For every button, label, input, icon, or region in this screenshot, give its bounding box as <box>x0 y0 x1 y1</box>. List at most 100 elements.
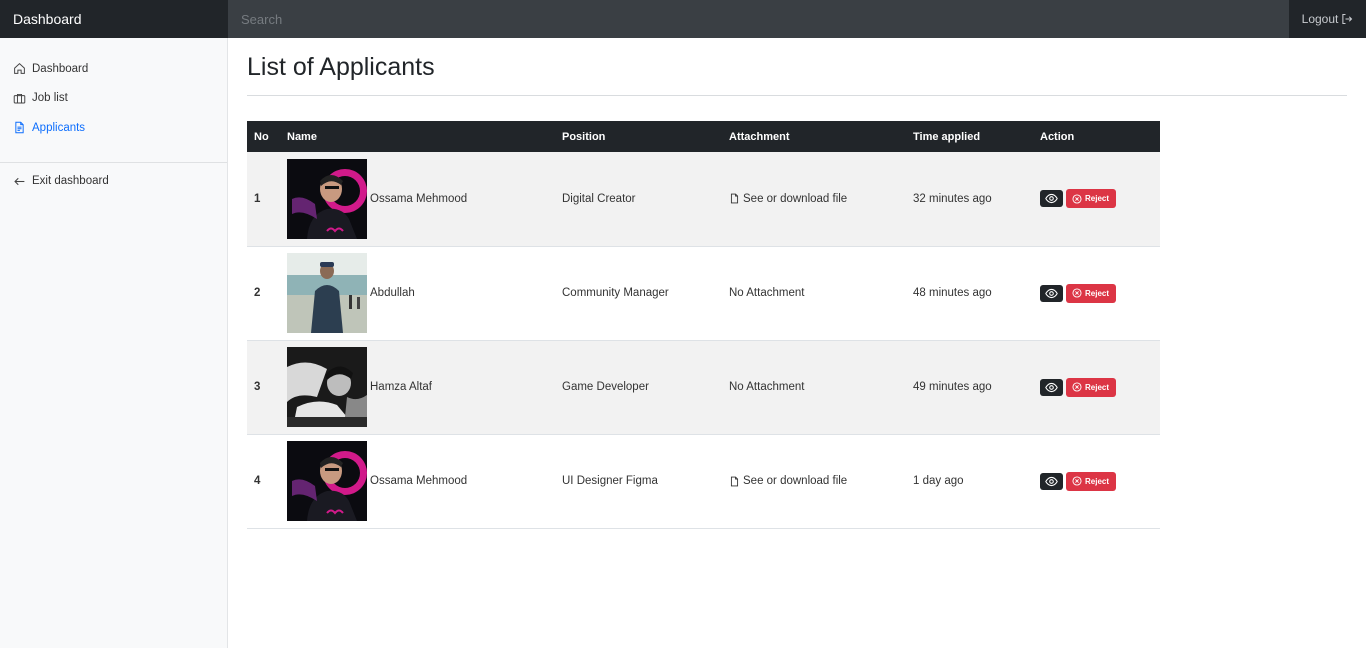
position-cell: Digital Creator <box>562 192 636 205</box>
attachment-link[interactable]: See or download file <box>729 475 913 487</box>
reject-button[interactable]: Reject <box>1066 189 1117 209</box>
page-title: List of Applicants <box>247 53 435 81</box>
row-number: 3 <box>254 381 261 393</box>
reject-button[interactable]: Reject <box>1066 471 1117 491</box>
table-header-row: No Name Position Attachment Time applied… <box>247 121 1160 152</box>
sidebar-item-applicants[interactable]: Applicants <box>0 113 227 143</box>
table-row: 2 Abdullah Community Manager No Attachme… <box>247 246 1160 340</box>
applicant: Abdullah <box>287 253 562 333</box>
row-number: 4 <box>254 475 261 487</box>
top-navbar: Dashboard Logout <box>0 0 1366 38</box>
file-text-icon <box>15 121 24 134</box>
attachment-label: See or download file <box>743 475 848 487</box>
sidebar-item-job-list[interactable]: Job list <box>0 84 227 114</box>
attachment-cell: No Attachment <box>729 246 913 340</box>
column-header-position: Position <box>562 130 606 143</box>
time-applied-cell: 1 day ago <box>913 475 964 487</box>
attachment-link[interactable]: See or download file <box>729 193 913 205</box>
position-cell: Community Manager <box>562 287 669 299</box>
sidebar-item-label: Job list <box>32 92 68 105</box>
action-buttons: Reject <box>1040 189 1160 209</box>
attachment-cell: No Attachment <box>729 340 913 434</box>
applicants-table: No Name Position Attachment Time applied… <box>247 121 1160 529</box>
applicant: Hamza Altaf <box>287 347 562 427</box>
logout-label: Logout <box>1301 12 1339 26</box>
table-row: 3 Hamza Altaf Game Developer No Attachme… <box>247 340 1160 434</box>
x-circle-icon <box>1072 288 1082 298</box>
action-buttons: Reject <box>1040 471 1160 491</box>
file-icon <box>730 193 739 204</box>
view-button[interactable] <box>1040 472 1063 490</box>
position-cell: UI Designer Figma <box>562 475 658 487</box>
name-cell: Ossama Mehmood <box>287 152 562 246</box>
sidebar-item-dashboard[interactable]: Dashboard <box>0 54 227 84</box>
eye-icon <box>1045 194 1058 204</box>
brand-title[interactable]: Dashboard <box>0 0 228 38</box>
column-header-attachment: Attachment <box>729 130 790 143</box>
view-button[interactable] <box>1040 378 1063 396</box>
view-button[interactable] <box>1040 284 1063 302</box>
column-header-action: Action <box>1040 130 1075 143</box>
reject-button[interactable]: Reject <box>1066 283 1117 303</box>
applicant-name: Ossama Mehmood <box>370 475 468 487</box>
sidebar-item-label: Exit dashboard <box>32 175 109 188</box>
applicant-avatar <box>287 441 367 521</box>
name-cell: Abdullah <box>287 246 562 340</box>
x-circle-icon <box>1072 194 1082 204</box>
attachment-label: No Attachment <box>729 381 805 393</box>
reject-label: Reject <box>1085 194 1110 204</box>
action-cell: Reject <box>1040 246 1160 340</box>
search-input[interactable] <box>228 0 1289 38</box>
view-button[interactable] <box>1040 190 1063 208</box>
attachment-label: No Attachment <box>729 287 805 299</box>
applicant-avatar <box>287 158 367 239</box>
row-number: 1 <box>254 192 261 205</box>
name-cell: Hamza Altaf <box>287 340 562 434</box>
main-content: List of Applicants No Name Position Atta… <box>247 38 1347 529</box>
action-cell: Reject <box>1040 340 1160 434</box>
x-circle-icon <box>1072 382 1082 392</box>
time-applied-cell: 32 minutes ago <box>913 192 992 205</box>
reject-label: Reject <box>1085 288 1110 298</box>
eye-icon <box>1045 382 1058 392</box>
applicant-avatar <box>287 347 367 427</box>
applicant-avatar <box>287 253 367 333</box>
column-header-no: No <box>254 130 269 143</box>
column-header-name: Name <box>287 130 317 143</box>
sidebar-item-label: Dashboard <box>32 62 89 75</box>
eye-icon <box>1045 288 1058 298</box>
applicant-name: Abdullah <box>370 287 415 299</box>
sidebar-item-exit-dashboard[interactable]: Exit dashboard <box>0 167 227 197</box>
logout-icon <box>1342 13 1353 25</box>
sidebar-item-label: Applicants <box>32 121 86 134</box>
action-buttons: Reject <box>1040 377 1160 397</box>
attachment-label: See or download file <box>743 192 848 205</box>
briefcase-icon <box>13 93 26 104</box>
time-applied-cell: 49 minutes ago <box>913 381 992 393</box>
reject-label: Reject <box>1085 382 1110 392</box>
action-cell: Reject <box>1040 434 1160 528</box>
reject-button[interactable]: Reject <box>1066 377 1117 397</box>
action-buttons: Reject <box>1040 283 1160 303</box>
sidebar: Dashboard Job list Applicants Exit dashb… <box>0 38 228 648</box>
applicant: Ossama Mehmood <box>287 441 562 521</box>
table-row: 1 Ossama Mehmood Digital Creator See or … <box>247 152 1160 246</box>
applicant-name: Ossama Mehmood <box>370 192 468 205</box>
table-row: 4 Ossama Mehmood UI Designer Figma See o… <box>247 434 1160 528</box>
position-cell: Game Developer <box>562 381 649 393</box>
sidebar-divider <box>0 161 227 163</box>
applicant: Ossama Mehmood <box>287 158 562 239</box>
arrow-left-icon <box>14 177 25 185</box>
action-cell: Reject <box>1040 152 1160 246</box>
applicant-name: Hamza Altaf <box>370 381 432 393</box>
attachment-cell: See or download file <box>729 152 913 246</box>
row-number: 2 <box>254 287 261 299</box>
attachment-cell: See or download file <box>729 434 913 528</box>
column-header-time-applied: Time applied <box>913 130 981 143</box>
house-icon <box>14 63 25 75</box>
x-circle-icon <box>1072 476 1082 486</box>
reject-label: Reject <box>1085 476 1110 486</box>
name-cell: Ossama Mehmood <box>287 434 562 528</box>
logout-button[interactable]: Logout <box>1289 0 1366 38</box>
eye-icon <box>1045 476 1058 486</box>
